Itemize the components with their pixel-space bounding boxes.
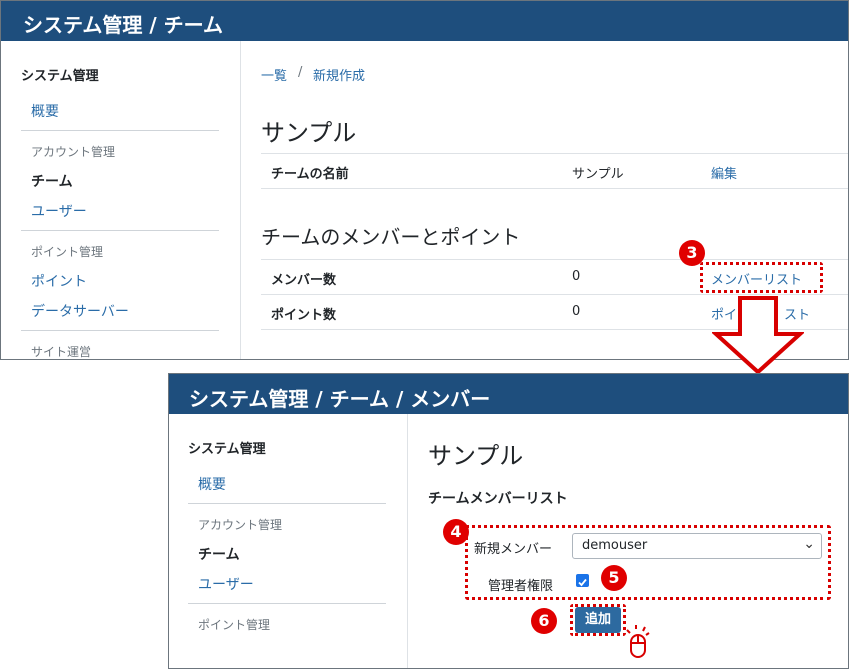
breadcrumb-separator: / xyxy=(298,65,303,80)
sidebar-divider xyxy=(188,503,386,504)
sidebar-group-site: サイト運営 xyxy=(31,345,92,359)
sidebar: システム管理 概要 アカウント管理 チーム ユーザー ポイント管理 ポイント デ… xyxy=(1,41,241,359)
sidebar-section-title: システム管理 xyxy=(188,442,266,457)
team-name-label: チームの名前 xyxy=(271,167,349,182)
point-count-label: ポイント数 xyxy=(271,308,337,323)
mouse-click-icon xyxy=(626,625,650,658)
sidebar-item-overview[interactable]: 概要 xyxy=(31,101,59,121)
breadcrumb-new[interactable]: 新規作成 xyxy=(313,65,365,84)
sidebar-group-account: アカウント管理 xyxy=(31,145,116,159)
highlight-member-list xyxy=(700,262,823,293)
sidebar-item-team[interactable]: チーム xyxy=(31,171,73,191)
sidebar-divider xyxy=(188,603,386,604)
page-title: サンプル xyxy=(428,442,524,470)
sidebar-item-overview[interactable]: 概要 xyxy=(198,474,226,494)
sidebar-item-data-server[interactable]: データサーバー xyxy=(31,301,129,321)
sidebar-section-title: システム管理 xyxy=(21,69,99,84)
sidebar-group-account: アカウント管理 xyxy=(198,518,283,532)
team-name-value: サンプル xyxy=(572,167,624,182)
edit-link[interactable]: 編集 xyxy=(711,163,737,182)
sidebar: システム管理 概要 アカウント管理 チーム ユーザー ポイント管理 xyxy=(169,414,408,668)
breadcrumb-list[interactable]: 一覧 xyxy=(261,65,287,84)
step-3-badge: 3 xyxy=(679,240,705,266)
step-6-badge: 6 xyxy=(531,608,557,634)
down-arrow-icon xyxy=(712,296,804,375)
sidebar-divider xyxy=(21,230,219,231)
sidebar-item-point[interactable]: ポイント xyxy=(31,271,87,291)
highlight-form xyxy=(465,525,831,600)
sidebar-divider xyxy=(21,130,219,131)
table-border xyxy=(261,153,848,154)
sidebar-item-team[interactable]: チーム xyxy=(198,544,240,564)
highlight-add-button xyxy=(570,604,626,636)
header-title: システム管理 / チーム xyxy=(23,13,224,37)
sidebar-group-point: ポイント管理 xyxy=(31,245,104,259)
member-count-label: メンバー数 xyxy=(271,273,337,288)
step-4-badge: 4 xyxy=(443,519,469,545)
members-section-title: チームのメンバーとポイント xyxy=(261,225,521,249)
point-count-value: 0 xyxy=(572,304,581,319)
member-list-title: チームメンバーリスト xyxy=(428,491,568,507)
sidebar-group-point: ポイント管理 xyxy=(198,618,271,632)
app-header: システム管理 / チーム / メンバー xyxy=(169,374,848,414)
header-title: システム管理 / チーム / メンバー xyxy=(189,387,491,411)
sidebar-divider xyxy=(21,330,219,331)
table-border xyxy=(261,259,848,260)
sidebar-item-user[interactable]: ユーザー xyxy=(31,201,87,221)
sidebar-item-user[interactable]: ユーザー xyxy=(198,574,254,594)
team-member-screenshot: システム管理 / チーム / メンバー システム管理 概要 アカウント管理 チー… xyxy=(168,373,849,669)
page-title: サンプル xyxy=(261,119,357,147)
step-5-badge: 5 xyxy=(601,565,627,591)
member-count-value: 0 xyxy=(572,269,581,284)
table-border xyxy=(261,188,848,189)
table-border xyxy=(261,294,848,295)
app-header: システム管理 / チーム xyxy=(1,1,848,41)
